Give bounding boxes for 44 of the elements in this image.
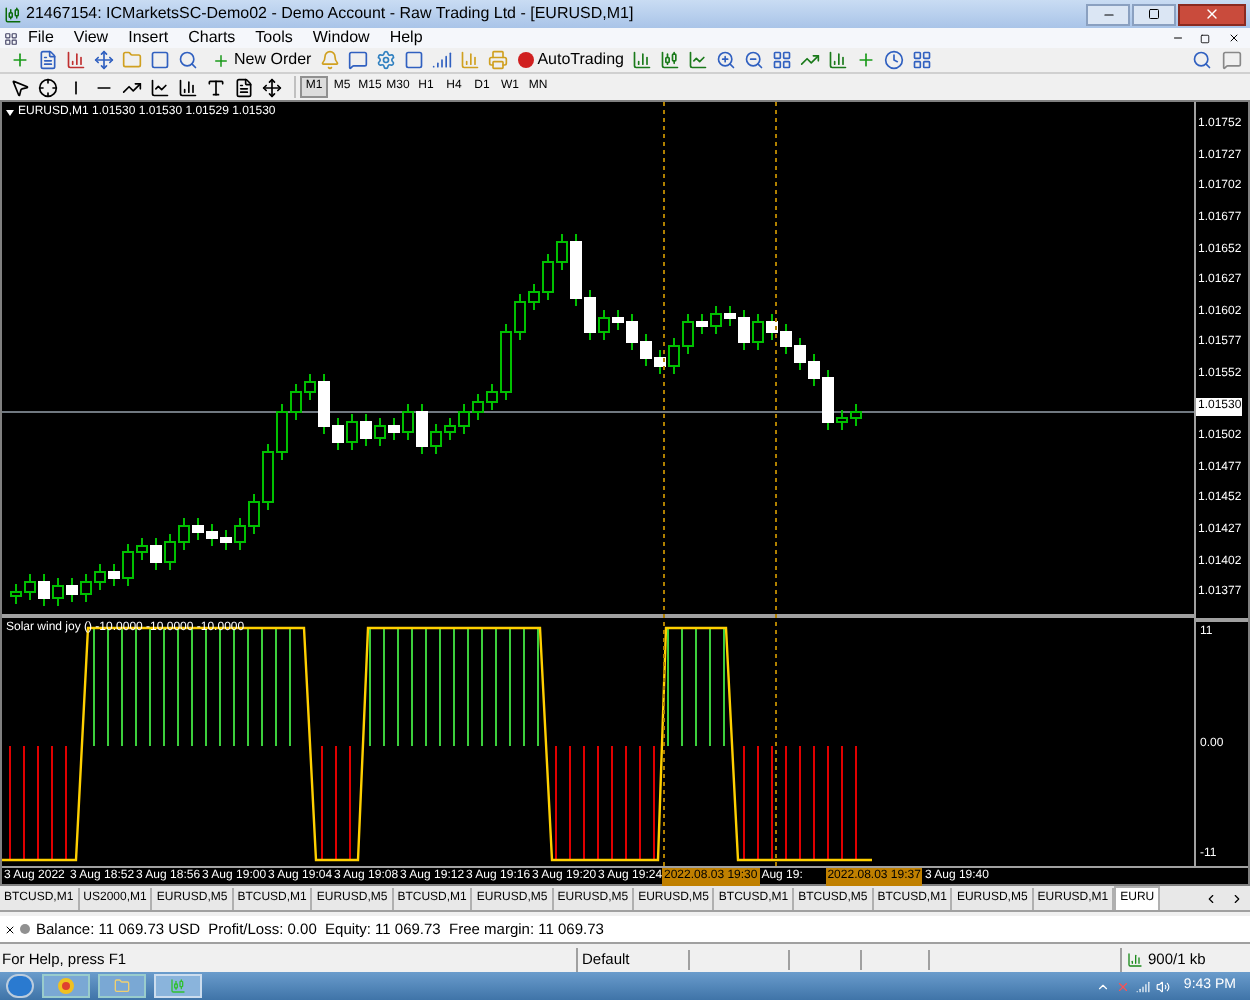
signal-icon — [1135, 979, 1150, 993]
menu-item[interactable]: File — [18, 30, 64, 46]
network-error-icon — [1115, 979, 1130, 993]
start-button[interactable] — [6, 974, 34, 998]
auto-trading-button[interactable]: AutoTrading — [513, 48, 628, 72]
line-chart-icon[interactable] — [685, 48, 712, 72]
crosshair-icon[interactable] — [34, 75, 60, 99]
maximize-icon — [1148, 8, 1160, 20]
menu-item[interactable]: Charts — [178, 30, 246, 46]
connection-icon — [1126, 952, 1144, 968]
maximize-button[interactable] — [1132, 3, 1176, 25]
menu-item[interactable]: View — [63, 30, 119, 46]
close-icon — [4, 923, 16, 935]
bar-chart-icon[interactable] — [629, 48, 656, 72]
account-icon — [20, 924, 30, 934]
zoom-in-icon[interactable] — [713, 48, 740, 72]
plus-icon — [212, 51, 230, 69]
window-icon[interactable] — [401, 48, 428, 72]
menu-item[interactable]: Tools — [245, 30, 303, 46]
clock-icon[interactable] — [881, 48, 908, 72]
window-title: 21467154: ICMarketsSC-Demo02 - Demo Account - Raw Trading Ltd - [EURUSD,M1] — [26, 2, 634, 26]
close-icon — [1227, 32, 1239, 44]
close-icon — [1204, 6, 1220, 22]
tile-icon[interactable] — [769, 48, 796, 72]
chat-icon[interactable] — [1218, 48, 1244, 72]
dropdown-triangle-icon[interactable] — [6, 110, 14, 116]
minimize-icon — [1171, 32, 1183, 44]
zoom-out-icon[interactable] — [741, 48, 768, 72]
arrows-icon[interactable] — [258, 75, 284, 99]
browser-taskbar-icon[interactable] — [42, 974, 90, 998]
restore-icon — [1200, 33, 1210, 43]
close-button[interactable] — [1178, 3, 1246, 25]
candlestick-icon[interactable] — [657, 48, 684, 72]
menu-item[interactable]: Help — [379, 30, 433, 46]
volume-icon — [1155, 979, 1170, 993]
menu-item[interactable]: Insert — [118, 30, 179, 46]
tray-expand-icon — [1095, 979, 1110, 993]
window-menu-icon — [4, 31, 18, 45]
stop-icon — [517, 52, 534, 68]
search-icon[interactable] — [1188, 48, 1214, 72]
new-order-button[interactable]: New Order — [208, 48, 316, 72]
cursor-icon[interactable] — [6, 75, 32, 99]
menu-item[interactable]: Window — [302, 30, 380, 46]
app-icon — [4, 5, 22, 23]
